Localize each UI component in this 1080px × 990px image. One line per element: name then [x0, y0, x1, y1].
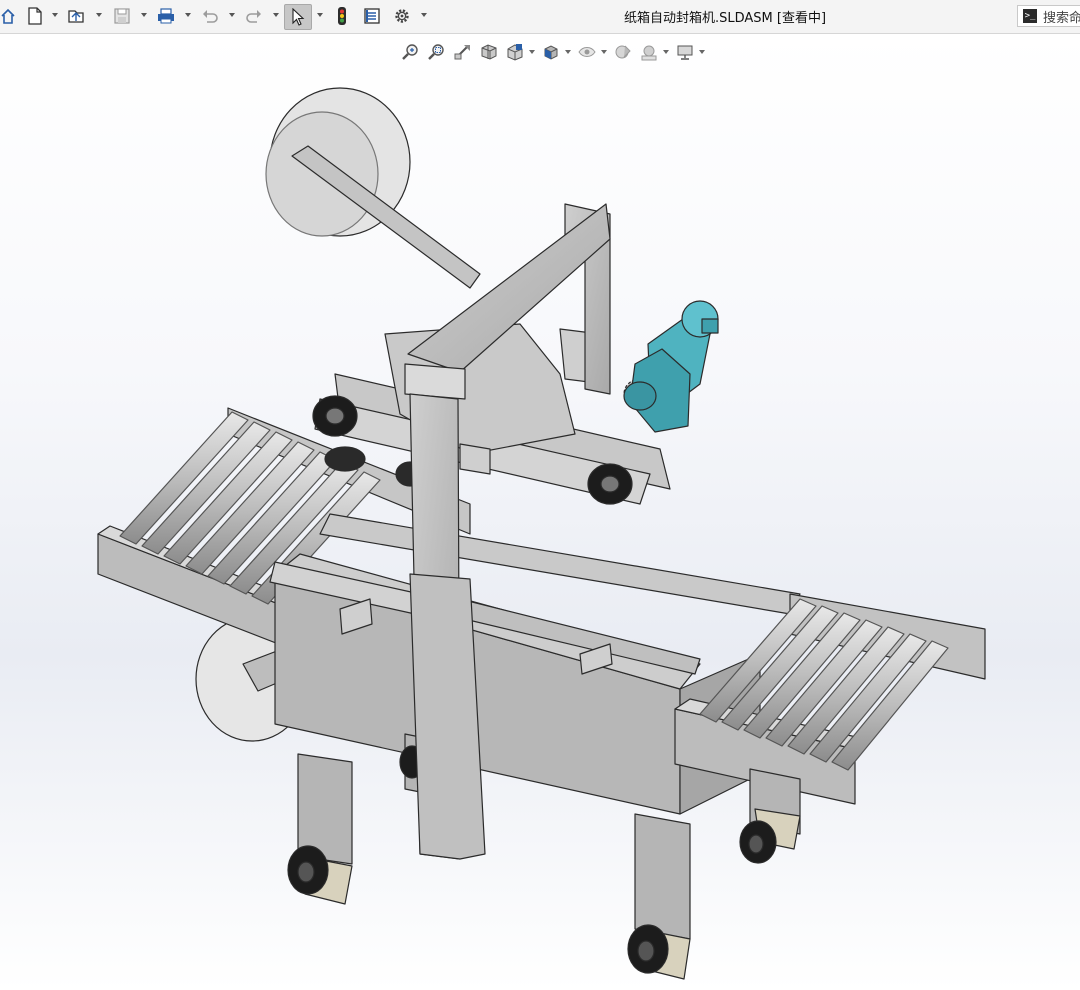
select-dropdown-icon[interactable]: [317, 13, 323, 17]
drive-motor[interactable]: [623, 300, 719, 433]
caster-wheel-back-right[interactable]: [739, 808, 801, 864]
undo-dropdown-icon[interactable]: [229, 13, 235, 17]
command-prompt-icon: >_: [1023, 9, 1037, 23]
search-commands-input[interactable]: >_ 搜索命: [1017, 5, 1080, 27]
open-document-icon[interactable]: [64, 4, 90, 28]
new-dropdown-icon[interactable]: [52, 13, 58, 17]
carton-sealer-3d-model[interactable]: [0, 34, 1080, 990]
graphics-viewport[interactable]: [0, 34, 1080, 990]
search-commands-label: 搜索命: [1043, 10, 1080, 26]
file-properties-icon[interactable]: [360, 4, 384, 28]
print-dropdown-icon[interactable]: [185, 13, 191, 17]
right-roller-conveyor[interactable]: [674, 593, 986, 805]
open-dropdown-icon[interactable]: [96, 13, 102, 17]
title-bar: 纸箱自动封箱机.SLDASM [查看中] >_ 搜索命: [0, 0, 1080, 34]
options-gear-icon[interactable]: [390, 4, 414, 28]
options-dropdown-icon[interactable]: [421, 13, 427, 17]
redo-icon[interactable]: [242, 4, 266, 28]
select-pointer-icon[interactable]: [284, 4, 312, 30]
print-icon[interactable]: [154, 4, 178, 28]
save-dropdown-icon[interactable]: [141, 13, 147, 17]
window-title: 纸箱自动封箱机.SLDASM [查看中]: [623, 11, 827, 26]
upper-tape-reel[interactable]: [265, 87, 481, 289]
undo-icon[interactable]: [198, 4, 222, 28]
rebuild-traffic-light-icon[interactable]: [333, 4, 351, 28]
home-icon[interactable]: [0, 4, 16, 28]
redo-dropdown-icon[interactable]: [273, 13, 279, 17]
new-document-icon[interactable]: [24, 4, 46, 28]
save-icon[interactable]: [110, 4, 134, 28]
